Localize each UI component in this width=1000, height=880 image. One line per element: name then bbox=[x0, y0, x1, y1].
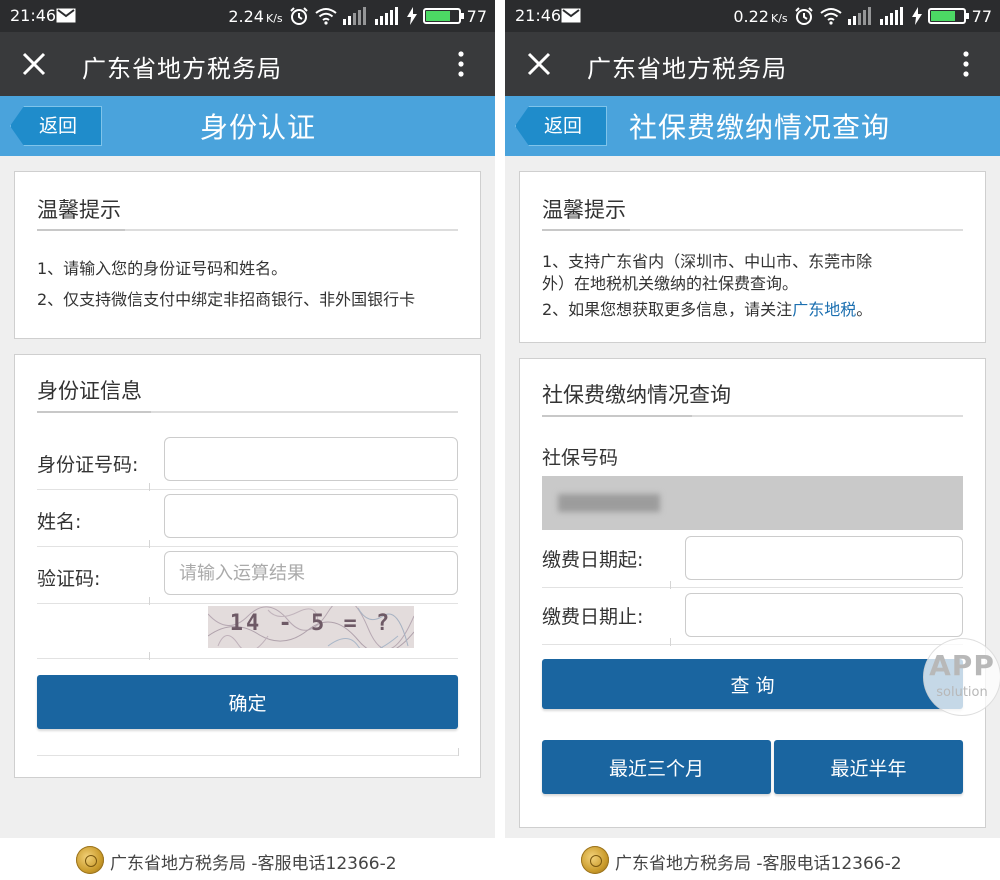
battery-icon bbox=[422, 8, 464, 24]
confirm-button[interactable]: 确定 bbox=[37, 675, 458, 729]
status-indicators: 0.22 K/s 77 bbox=[733, 6, 992, 26]
recent-three-months-button[interactable]: 最近三个月 bbox=[542, 740, 771, 794]
back-button[interactable]: 返回 bbox=[10, 106, 102, 146]
start-date-label: 缴费日期起: bbox=[542, 549, 644, 571]
social-security-number-label: 社保号码 bbox=[542, 447, 619, 469]
message-notification-icon bbox=[56, 8, 76, 23]
close-icon[interactable] bbox=[18, 48, 50, 80]
charging-icon bbox=[406, 7, 417, 25]
row-divider bbox=[37, 489, 458, 490]
captcha-image[interactable]: 14 - 5 = ? bbox=[208, 606, 414, 648]
tip-line-2: 2、仅支持微信支付中绑定非招商银行、非外国银行卡 bbox=[37, 290, 416, 309]
id-info-card: 身份证信息 身份证号码: 姓名: 验证码: 14 - 5 = ? 确定 bbox=[14, 354, 481, 778]
tips-title-underline bbox=[542, 229, 963, 231]
footer: 广东省地方税务局 -客服电话12366-2 bbox=[0, 838, 495, 880]
watermark-line-1: APP bbox=[929, 649, 995, 682]
wechat-header: 广东省地方税务局 bbox=[505, 32, 1000, 96]
signal-4g-icon bbox=[847, 7, 871, 25]
more-vertical-icon[interactable] bbox=[956, 48, 976, 80]
row-divider bbox=[37, 603, 458, 604]
watermark-line-2: solution bbox=[936, 685, 988, 700]
wifi-icon bbox=[315, 8, 337, 25]
query-title: 社保费缴纳情况查询 bbox=[542, 383, 731, 407]
row-divider bbox=[37, 755, 458, 756]
end-date-input[interactable] bbox=[685, 593, 963, 637]
signal-4g-icon bbox=[342, 7, 366, 25]
end-date-label: 缴费日期止: bbox=[542, 606, 644, 628]
wifi-icon bbox=[820, 8, 842, 25]
tip-line-1a: 1、支持广东省内（深圳市、中山市、东莞市除 bbox=[542, 252, 873, 271]
close-icon[interactable] bbox=[523, 48, 555, 80]
status-time: 21:46 bbox=[10, 6, 57, 25]
tip-line-1b: 外）在地税机关缴纳的社保费查询。 bbox=[542, 274, 799, 293]
name-label: 姓名: bbox=[37, 511, 82, 533]
tips-card: 温馨提示 1、支持广东省内（深圳市、中山市、东莞市除 外）在地税机关缴纳的社保费… bbox=[519, 171, 986, 343]
tips-card: 温馨提示 1、请输入您的身份证号码和姓名。 2、仅支持微信支付中绑定非招商银行、… bbox=[14, 171, 481, 339]
back-button[interactable]: 返回 bbox=[515, 106, 607, 146]
social-security-number-masked bbox=[542, 476, 963, 530]
row-divider bbox=[542, 644, 963, 645]
row-divider bbox=[542, 587, 963, 588]
name-input[interactable] bbox=[164, 494, 458, 538]
status-bar: 21:46 2.24 K/s 77 bbox=[0, 0, 495, 32]
tips-title-underline bbox=[37, 229, 458, 231]
row-divider bbox=[37, 658, 458, 659]
page-title: 社保费缴纳情况查询 bbox=[629, 111, 891, 144]
tip-line-2: 2、如果您想获取更多信息，请关注广东地税。 bbox=[542, 300, 873, 319]
captcha-text: 14 - 5 = ? bbox=[229, 611, 393, 636]
guangdong-tax-link[interactable]: 广东地税 bbox=[792, 300, 856, 319]
captcha-input[interactable] bbox=[164, 551, 458, 595]
alarm-icon bbox=[794, 7, 813, 25]
page-title: 身份认证 bbox=[200, 111, 317, 144]
id-info-title: 身份证信息 bbox=[37, 379, 142, 403]
page-header: 返回 社保费缴纳情况查询 bbox=[505, 96, 1000, 156]
battery-level: 77 bbox=[971, 6, 992, 26]
right-screen: 21:46 0.22 K/s 77 广东省地方税务局 返回 社保费缴纳情况查询 … bbox=[505, 0, 1000, 880]
network-speed: 2.24 K/s bbox=[228, 6, 283, 26]
tips-title: 温馨提示 bbox=[37, 198, 121, 222]
signal-icon bbox=[374, 7, 398, 25]
battery-icon bbox=[927, 8, 969, 24]
row-divider bbox=[37, 546, 458, 547]
left-screen: 21:46 2.24 K/s 77 广东省地方税务局 返回 身份认证 温馨提示 … bbox=[0, 0, 495, 880]
footer-text: 广东省地方税务局 -客服电话12366-2 bbox=[110, 854, 397, 874]
query-card: 社保费缴纳情况查询 社保号码 缴费日期起: 缴费日期止: 查 询 最近三个月 最… bbox=[519, 358, 986, 828]
id-number-label: 身份证号码: bbox=[37, 454, 139, 476]
status-time: 21:46 bbox=[515, 6, 562, 25]
page-header: 返回 身份认证 bbox=[0, 96, 495, 156]
footer: 广东省地方税务局 -客服电话12366-2 bbox=[505, 838, 1000, 880]
query-title-underline bbox=[542, 415, 963, 417]
wechat-title: 广东省地方税务局 bbox=[82, 55, 282, 83]
more-vertical-icon[interactable] bbox=[451, 48, 471, 80]
captcha-label: 验证码: bbox=[37, 568, 101, 590]
alarm-icon bbox=[289, 7, 308, 25]
tax-bureau-emblem-icon bbox=[581, 846, 609, 874]
wechat-title: 广东省地方税务局 bbox=[587, 55, 787, 83]
status-bar: 21:46 0.22 K/s 77 bbox=[505, 0, 1000, 32]
signal-icon bbox=[879, 7, 903, 25]
tips-title: 温馨提示 bbox=[542, 198, 626, 222]
message-notification-icon bbox=[561, 8, 581, 23]
network-speed: 0.22 K/s bbox=[733, 6, 788, 26]
tax-bureau-emblem-icon bbox=[76, 846, 104, 874]
footer-text: 广东省地方税务局 -客服电话12366-2 bbox=[615, 854, 902, 874]
status-indicators: 2.24 K/s 77 bbox=[228, 6, 487, 26]
query-button[interactable]: 查 询 bbox=[542, 659, 963, 709]
id-number-input[interactable] bbox=[164, 437, 458, 481]
charging-icon bbox=[911, 7, 922, 25]
id-info-title-underline bbox=[37, 411, 458, 413]
battery-level: 77 bbox=[466, 6, 487, 26]
tip-line-1: 1、请输入您的身份证号码和姓名。 bbox=[37, 259, 288, 278]
recent-half-year-button[interactable]: 最近半年 bbox=[774, 740, 963, 794]
start-date-input[interactable] bbox=[685, 536, 963, 580]
app-solution-watermark: APP solution bbox=[923, 638, 1000, 716]
wechat-header: 广东省地方税务局 bbox=[0, 32, 495, 96]
